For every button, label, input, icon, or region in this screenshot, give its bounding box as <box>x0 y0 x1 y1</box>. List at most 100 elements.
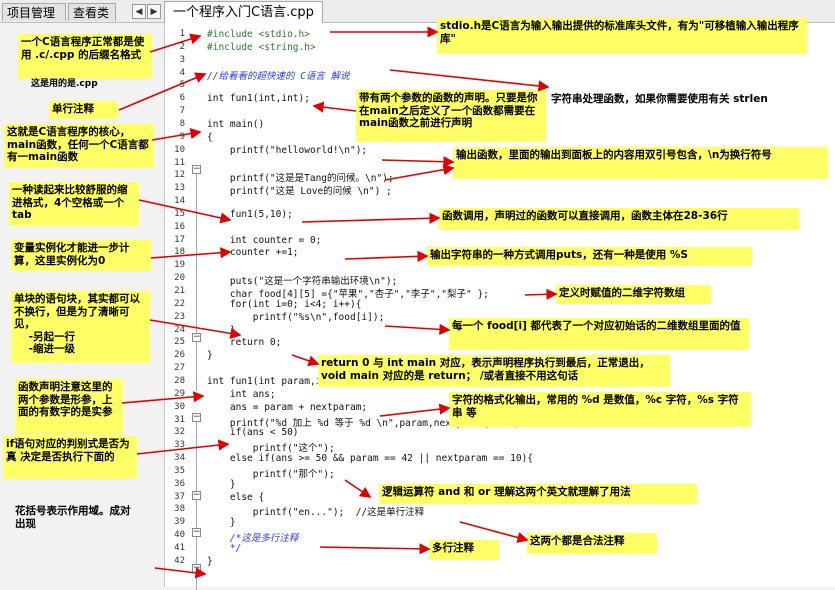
fold-toggle[interactable]: − <box>192 165 201 174</box>
fold-toggle[interactable]: − <box>192 564 201 573</box>
code-line[interactable]: printf("en..."); //这是单行注释 <box>207 504 424 518</box>
code-line[interactable]: else { <box>207 492 264 503</box>
code-line[interactable]: else if(ans >= 50 && param == 42 || next… <box>207 453 533 464</box>
line-number: 35 <box>174 465 185 476</box>
line-number: 8 <box>179 118 185 129</box>
code-line[interactable]: counter +=1; <box>207 247 299 258</box>
line-number: 34 <box>174 453 185 464</box>
code-line[interactable]: printf("%s\n",food[i]); <box>207 312 385 323</box>
note-strlen: 字符串处理函数，如果你需要使用有关 strlen <box>551 93 768 105</box>
line-number: 2 <box>179 41 185 52</box>
note-if: if语句对应的判别式是否为真 决定是否执行下面的 <box>3 436 137 479</box>
code-line[interactable]: if(ans < 50) <box>207 427 299 438</box>
fold-guide <box>196 170 197 391</box>
file-tab[interactable]: 一个程序入门C语言.cpp <box>164 1 323 23</box>
line-number: 22 <box>174 298 185 309</box>
note-fun-decl: 带有两个参数的函数的声明。只要是你在main之后定义了一个函数都需要在main函… <box>356 90 546 142</box>
line-number: 31 <box>174 414 185 425</box>
line-number: 39 <box>174 517 185 528</box>
tab-classview[interactable]: 查看类 <box>68 3 116 21</box>
line-number: 6 <box>179 93 185 104</box>
code-line[interactable]: #include <stdio.h> <box>207 29 310 40</box>
line-number: 20 <box>174 273 185 284</box>
line-number: 32 <box>174 427 185 438</box>
line-number: 15 <box>174 208 185 219</box>
code-line[interactable]: #include <string.h> <box>207 42 316 53</box>
code-line[interactable]: fun1(5,10); <box>207 209 293 220</box>
note-return: return 0 与 int main 对应，表示声明程序执行到最后，正常退出，… <box>318 355 670 387</box>
code-line[interactable]: for(int i=0; i<4; i++){ <box>207 299 362 310</box>
code-line[interactable]: return 0; <box>207 337 281 348</box>
line-number-gutter: 1 2 3 4 5 6 7 8 9 10 11 12 13 14 15 16 17 18 19 20 21 22 23 24 2… <box>165 23 187 587</box>
line-number: 9 <box>179 131 185 142</box>
line-number: 29 <box>174 388 185 399</box>
line-number: 4 <box>179 67 185 78</box>
line-number: 37 <box>174 491 185 502</box>
line-number: 24 <box>174 324 185 335</box>
code-line[interactable]: } <box>207 350 213 361</box>
code-line[interactable]: ans = param + nextparam; <box>207 402 367 413</box>
line-number: 1 <box>179 29 185 39</box>
note-stdio: stdio.h是C语言为输入输出提供的标准库头文件，有为"可移植输入输出程序库" <box>437 18 807 54</box>
nav-right-button[interactable]: ▶ <box>147 4 161 19</box>
note-printf: 输出函数，里面的输出到面板上的内容用双引号包含，\n为换行符号 <box>453 147 828 179</box>
line-number: 13 <box>174 183 185 194</box>
code-line[interactable]: } <box>207 556 213 567</box>
line-number: 7 <box>179 106 185 117</box>
code-line[interactable]: int fun1(int,int); <box>207 93 310 104</box>
code-line[interactable]: } <box>207 479 236 490</box>
line-number: 18 <box>174 247 185 258</box>
line-number: 19 <box>174 260 185 271</box>
line-number: 3 <box>179 54 185 65</box>
line-number: 28 <box>174 375 185 386</box>
fold-toggle[interactable]: − <box>192 491 201 500</box>
note-main-core: 这就是C语言程序的核心，main函数，任何一个C语言都有一main函数 <box>4 124 154 168</box>
note-cpp-suffix-cut: 这是用的是.cpp <box>31 79 98 89</box>
code-line[interactable]: */ <box>207 543 241 554</box>
line-number: 27 <box>174 363 185 374</box>
note-logic: 逻辑运算符 and 和 or 理解这两个英文就理解了用法 <box>379 484 697 504</box>
nav-left-button[interactable]: ◀ <box>132 4 146 19</box>
code-line[interactable]: int counter = 0; <box>207 235 322 246</box>
line-number: 16 <box>174 221 185 232</box>
line-number: 14 <box>174 196 185 207</box>
note-array: 定义时赋值的二维字符数组 <box>556 285 711 304</box>
line-number: 17 <box>174 234 185 245</box>
fold-toggle[interactable]: − <box>192 528 201 537</box>
note-puts: 输出字符串的一种方式调用puts，还有一种是使用 %S <box>427 247 752 266</box>
note-both-legal: 这两个都是合法注释 <box>527 533 657 554</box>
note-block: 单块的语句块，其实都可以不换行，但是为了清晰可见， -另起一行 -缩进一级 <box>11 291 150 363</box>
note-decl: 函数声明注意这里的两个参数是形参，上面的有数字的是实参 <box>15 379 123 435</box>
line-number: 12 <box>174 170 185 181</box>
code-line[interactable]: { <box>207 132 213 143</box>
code-line[interactable]: } <box>207 325 236 336</box>
note-multi-comment: 多行注释 <box>429 540 499 560</box>
fold-toggle[interactable]: − <box>192 333 201 342</box>
code-line[interactable]: int main() <box>207 119 264 130</box>
line-number: 40 <box>174 530 185 541</box>
line-number: 33 <box>174 440 185 451</box>
line-number: 11 <box>174 157 185 168</box>
note-var-init: 变量实例化才能进一步计算，这里实例化为0 <box>11 240 151 271</box>
note-single-comment: 单行注释 <box>49 101 118 119</box>
line-number: 25 <box>174 337 185 348</box>
line-number: 30 <box>174 401 185 412</box>
fold-toggle[interactable]: − <box>192 413 201 422</box>
code-line[interactable]: //给看看的超快速的 C语言 解说 <box>207 68 350 82</box>
code-line[interactable]: int ans; <box>207 389 276 400</box>
line-number: 23 <box>174 311 185 322</box>
note-call: 函数调用，声明过的函数可以直接调用，函数主体在28-36行 <box>439 208 799 230</box>
line-number: 10 <box>174 144 185 155</box>
code-line[interactable]: printf("这是 Love的问候 \n") ; <box>207 183 392 197</box>
note-food: 每一个 food[i] 都代表了一个对应初始话的二维数组里面的值 <box>449 318 749 350</box>
code-line[interactable]: } <box>207 517 236 528</box>
note-braces: 花括号表示作用域。成对出现 <box>15 505 131 530</box>
line-number: 5 <box>179 80 185 91</box>
code-line[interactable]: printf("helloworld!\n"); <box>207 145 367 156</box>
line-number: 36 <box>174 478 185 489</box>
line-number: 38 <box>174 504 185 515</box>
note-format: 字符的格式化输出，常用的 %d 是数值，%c 字符，%s 字符串 等 <box>449 392 751 427</box>
note-indent: 一种读起来比较舒服的缩进格式，4个空格或一个tab <box>9 182 139 226</box>
tab-projects[interactable]: 项目管理 <box>2 3 66 21</box>
line-number: 26 <box>174 350 185 361</box>
